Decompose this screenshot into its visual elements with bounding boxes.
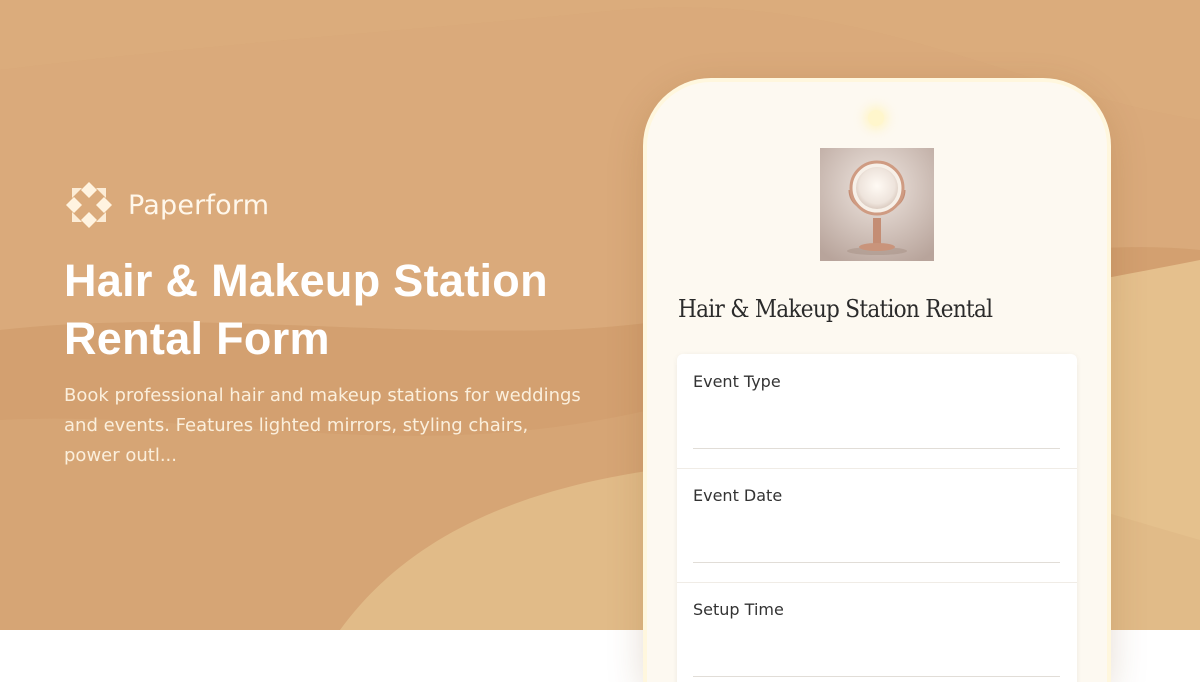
hero-section: Paperform Hair & Makeup Station Rental F… [64, 0, 624, 630]
field-setup-time: Setup Time [677, 582, 1077, 682]
brand-name: Paperform [128, 189, 270, 221]
field-label: Event Date [693, 486, 783, 505]
field-event-type: Event Type [677, 354, 1077, 469]
event-date-input[interactable] [693, 528, 1060, 563]
field-event-date: Event Date [677, 468, 1077, 583]
lighted-mirror-image [820, 148, 934, 261]
setup-time-input[interactable] [693, 642, 1060, 677]
form-card: Event Type Event Date Setup Time [677, 354, 1077, 682]
page-description: Book professional hair and makeup statio… [64, 385, 581, 466]
camera-dot [868, 110, 884, 126]
brand[interactable]: Paperform [64, 180, 269, 230]
field-label: Event Type [693, 372, 781, 391]
page-title: Hair & Makeup Station Rental Form [64, 255, 548, 364]
paperform-logo-icon [66, 182, 112, 228]
form-title: Hair & Makeup Station Rental [678, 295, 993, 323]
event-type-input[interactable] [693, 414, 1060, 449]
phone-mockup: Hair & Makeup Station Rental Event Type … [647, 82, 1107, 682]
field-label: Setup Time [693, 600, 784, 619]
